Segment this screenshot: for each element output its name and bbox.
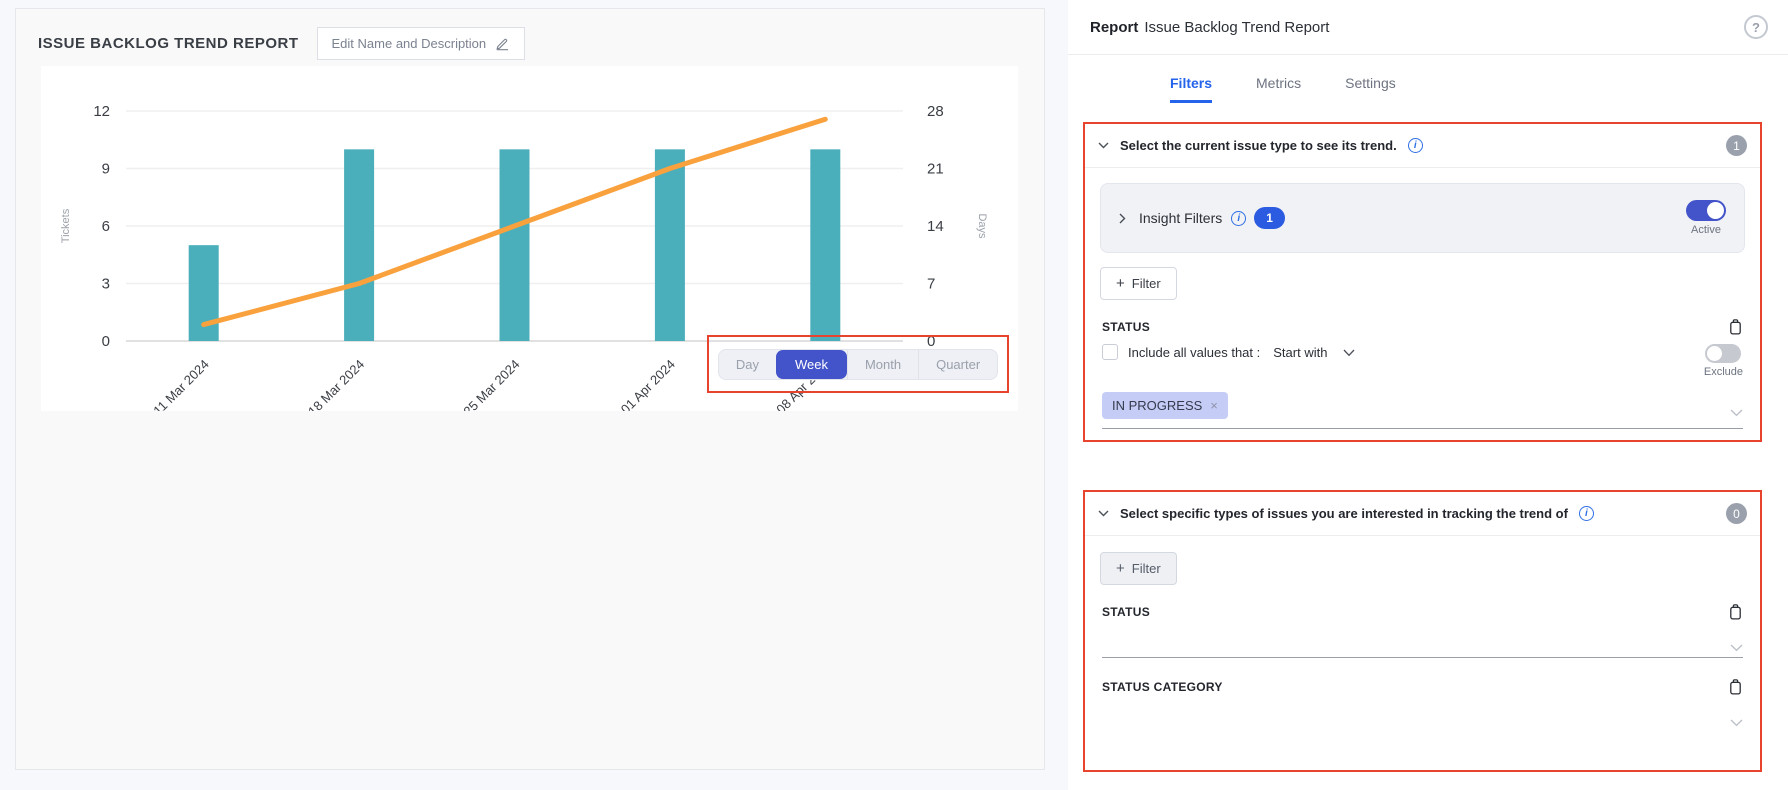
- add-filter-label: Filter: [1132, 561, 1161, 576]
- insight-filters-row[interactable]: Insight Filters i 1 Active: [1100, 183, 1745, 253]
- issue-type-filter-count-badge: 1: [1726, 135, 1747, 156]
- exclude-toggle[interactable]: [1705, 344, 1741, 363]
- chevron-down-icon[interactable]: [1098, 510, 1109, 517]
- active-toggle-label: Active: [1691, 224, 1721, 236]
- svg-text:25 Mar 2024: 25 Mar 2024: [460, 357, 522, 411]
- edit-pencil-icon: [495, 36, 510, 51]
- period-option-day[interactable]: Day: [719, 350, 776, 379]
- include-all-label: Include all values that :: [1128, 344, 1260, 360]
- issue-tracking-filter-count-badge: 0: [1726, 503, 1747, 524]
- svg-text:12: 12: [93, 103, 110, 120]
- status-category-field-label: STATUS CATEGORY: [1102, 680, 1223, 694]
- bar: [344, 149, 374, 341]
- report-config-panel: Report Issue Backlog Trend Report ? Filt…: [1068, 0, 1788, 790]
- status-value-chip-label: IN PROGRESS: [1112, 398, 1202, 413]
- active-toggle[interactable]: [1686, 200, 1726, 221]
- insight-filters-count-pill: 1: [1254, 207, 1285, 229]
- info-icon[interactable]: i: [1579, 506, 1594, 521]
- report-card-header: ISSUE BACKLOG TREND REPORT Edit Name and…: [16, 9, 1044, 60]
- svg-text:18 Mar 2024: 18 Mar 2024: [305, 357, 367, 411]
- issue-type-section-header[interactable]: Select the current issue type to see its…: [1085, 124, 1760, 168]
- tab-filters[interactable]: Filters: [1170, 75, 1212, 103]
- svg-text:0: 0: [102, 333, 110, 350]
- period-toggle-group: Day Week Month Quarter: [718, 349, 998, 380]
- edit-name-description-button[interactable]: Edit Name and Description: [317, 27, 526, 60]
- chevron-down-icon[interactable]: [1098, 142, 1109, 149]
- status-value-chip[interactable]: IN PROGRESS ×: [1102, 392, 1228, 419]
- info-icon[interactable]: i: [1231, 211, 1246, 226]
- tab-metrics[interactable]: Metrics: [1256, 75, 1301, 103]
- include-all-checkbox[interactable]: [1102, 344, 1118, 360]
- issue-tracking-section-annotation-box: Select specific types of issues you are …: [1083, 490, 1762, 772]
- issue-type-section-title: Select the current issue type to see its…: [1120, 138, 1397, 153]
- chevron-down-icon[interactable]: [1343, 344, 1355, 357]
- status-select[interactable]: [1102, 644, 1743, 658]
- period-option-quarter[interactable]: Quarter: [918, 350, 997, 379]
- info-icon[interactable]: i: [1408, 138, 1423, 153]
- insight-filters-toggle-wrap: Active: [1686, 200, 1726, 236]
- toggle-knob: [1707, 346, 1722, 361]
- bar: [500, 149, 530, 341]
- period-toggle-annotation-box: Day Week Month Quarter: [707, 335, 1009, 393]
- bar: [655, 149, 685, 341]
- close-icon[interactable]: ×: [1210, 399, 1218, 412]
- tab-settings[interactable]: Settings: [1345, 75, 1396, 103]
- period-option-week[interactable]: Week: [776, 350, 847, 379]
- insight-filters-label: Insight Filters: [1139, 210, 1222, 226]
- status-category-field-row: STATUS CATEGORY: [1085, 658, 1760, 695]
- chevron-right-icon[interactable]: [1119, 213, 1126, 224]
- status-field-row: STATUS: [1085, 306, 1760, 335]
- svg-text:6: 6: [102, 218, 110, 235]
- svg-text:28: 28: [927, 103, 944, 120]
- svg-text:3: 3: [102, 276, 110, 293]
- chevron-down-icon[interactable]: [1730, 409, 1743, 419]
- issue-tracking-section-header[interactable]: Select specific types of issues you are …: [1085, 492, 1760, 536]
- plus-icon: +: [1116, 561, 1125, 576]
- add-filter-label: Filter: [1132, 276, 1161, 291]
- svg-text:14: 14: [927, 218, 944, 235]
- bar: [810, 149, 840, 341]
- svg-text:9: 9: [102, 161, 110, 178]
- panel-header-title: Issue Backlog Trend Report: [1144, 19, 1329, 36]
- trash-icon[interactable]: [1728, 603, 1743, 620]
- status-field-label: STATUS: [1102, 320, 1150, 334]
- period-option-month[interactable]: Month: [847, 350, 918, 379]
- report-title: ISSUE BACKLOG TREND REPORT: [38, 35, 299, 52]
- edit-button-label: Edit Name and Description: [332, 36, 487, 51]
- panel-header-label: Report: [1090, 19, 1138, 36]
- status-category-select[interactable]: [1102, 719, 1743, 732]
- panel-header: Report Issue Backlog Trend Report ?: [1068, 0, 1788, 55]
- issue-tracking-section-title: Select specific types of issues you are …: [1120, 506, 1568, 521]
- svg-text:11 Mar 2024: 11 Mar 2024: [150, 357, 212, 411]
- issue-type-section-annotation-box: Select the current issue type to see its…: [1083, 122, 1762, 442]
- add-filter-button[interactable]: + Filter: [1100, 552, 1177, 585]
- svg-text:Tickets: Tickets: [60, 208, 72, 243]
- svg-text:01 Apr 2024: 01 Apr 2024: [618, 357, 678, 411]
- trash-icon[interactable]: [1728, 678, 1743, 695]
- chevron-down-icon[interactable]: [1730, 719, 1743, 727]
- status-field-row: STATUS: [1085, 591, 1760, 620]
- trash-icon[interactable]: [1728, 318, 1743, 335]
- trend-chart-area: 03691207142128TicketsDays11 Mar 202418 M…: [41, 66, 1018, 411]
- add-filter-button[interactable]: + Filter: [1100, 267, 1177, 300]
- panel-tabs: Filters Metrics Settings: [1068, 55, 1788, 103]
- status-field-label: STATUS: [1102, 605, 1150, 619]
- svg-text:Days: Days: [976, 213, 988, 239]
- chevron-down-icon[interactable]: [1730, 644, 1743, 652]
- status-values-select[interactable]: IN PROGRESS ×: [1102, 392, 1743, 429]
- include-values-row: Include all values that : Start with Exc…: [1085, 335, 1760, 378]
- exclude-toggle-wrap: Exclude: [1704, 344, 1743, 378]
- plus-icon: +: [1116, 276, 1125, 291]
- exclude-toggle-label: Exclude: [1704, 366, 1743, 378]
- report-card: ISSUE BACKLOG TREND REPORT Edit Name and…: [15, 8, 1045, 770]
- operator-dropdown-value[interactable]: Start with: [1273, 344, 1327, 360]
- svg-text:7: 7: [927, 276, 935, 293]
- svg-text:21: 21: [927, 161, 944, 178]
- toggle-knob: [1707, 202, 1724, 219]
- help-icon[interactable]: ?: [1744, 15, 1768, 39]
